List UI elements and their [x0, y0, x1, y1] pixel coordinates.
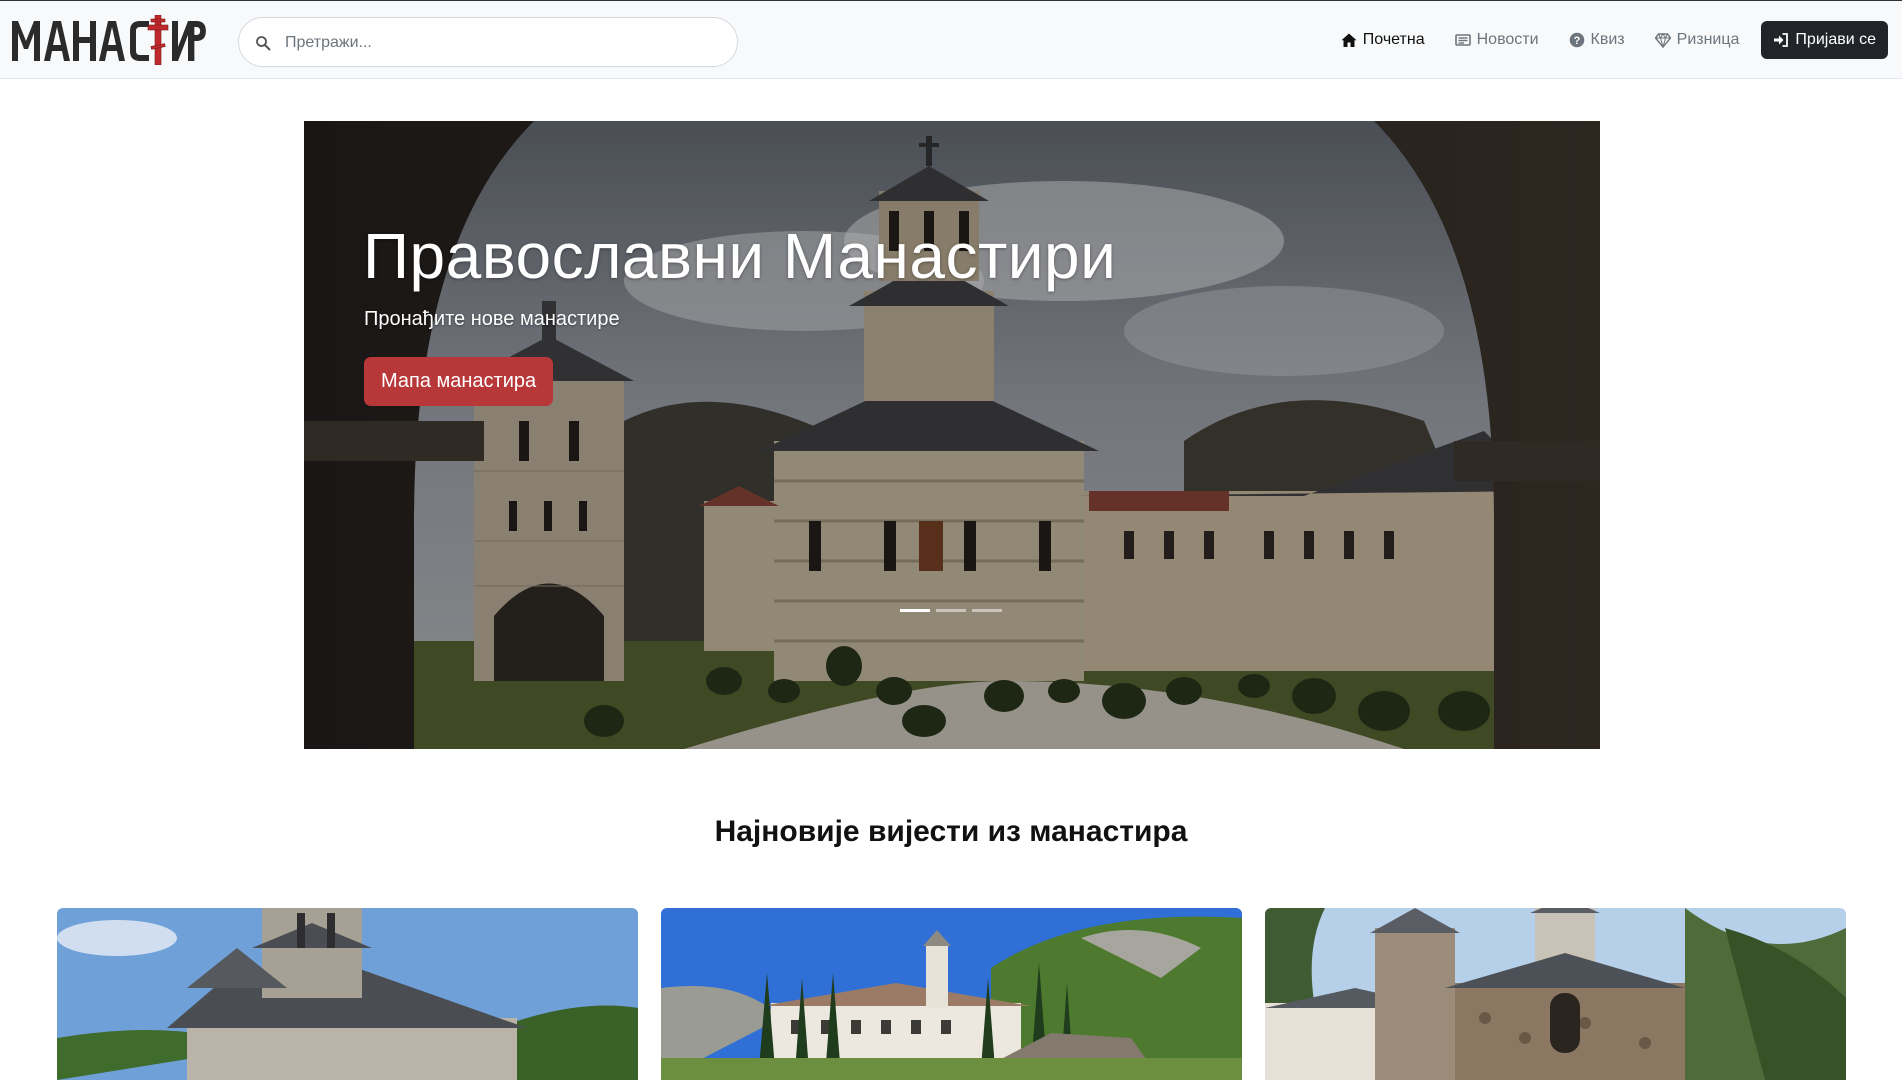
home-icon: [1341, 33, 1357, 47]
nav-news[interactable]: Новости: [1454, 31, 1539, 49]
nav-treasury[interactable]: Ризница: [1654, 31, 1740, 49]
gem-icon: [1654, 33, 1671, 48]
monastery-map-button[interactable]: Мапа манастира: [364, 357, 554, 406]
hero-carousel: Православни Манастири Пронађите нове ман…: [304, 121, 1600, 749]
news-card-3-image: [1265, 908, 1846, 1080]
news-card-2-image: [661, 908, 1242, 1080]
login-button[interactable]: Пријави се: [1761, 21, 1888, 59]
nav-quiz[interactable]: ? Квиз: [1569, 31, 1625, 49]
login-label: Пријави се: [1795, 31, 1876, 48]
site-logo[interactable]: [12, 15, 212, 65]
nav-home-label: Почетна: [1362, 31, 1425, 48]
carousel-indicator-3[interactable]: [972, 609, 1002, 612]
nav-treasury-label: Ризница: [1676, 31, 1740, 48]
hero-title: Православни Манастири: [363, 220, 1117, 292]
hero-subtitle: Пронађите нове манастире: [364, 308, 620, 330]
hero-monastery-image: [304, 121, 1600, 749]
search-icon: [256, 36, 271, 51]
search-input[interactable]: [285, 28, 715, 58]
navbar: Почетна Новости ? Квиз Ризница Пријави с…: [0, 0, 1902, 79]
main-nav: Почетна Новости ? Квиз Ризница Пријави с…: [1311, 21, 1888, 59]
svg-text:?: ?: [1573, 35, 1580, 47]
news-card-1[interactable]: [57, 908, 638, 1080]
carousel-indicator-2[interactable]: [936, 609, 966, 612]
news-card-3[interactable]: [1265, 908, 1846, 1080]
nav-quiz-label: Квиз: [1590, 31, 1625, 48]
carousel-indicator-1[interactable]: [900, 609, 930, 612]
nav-home[interactable]: Почетна: [1341, 31, 1425, 49]
question-circle-icon: ?: [1569, 32, 1584, 48]
news-card-2[interactable]: [661, 908, 1242, 1080]
sign-in-icon: [1774, 33, 1789, 47]
search-bar[interactable]: [238, 17, 738, 67]
news-card-1-image: [57, 908, 638, 1080]
nav-news-label: Новости: [1476, 31, 1539, 48]
carousel-indicators: [900, 609, 1002, 612]
newspaper-icon: [1454, 34, 1471, 46]
news-section-title: Најновије вијести из манастира: [714, 815, 1188, 848]
